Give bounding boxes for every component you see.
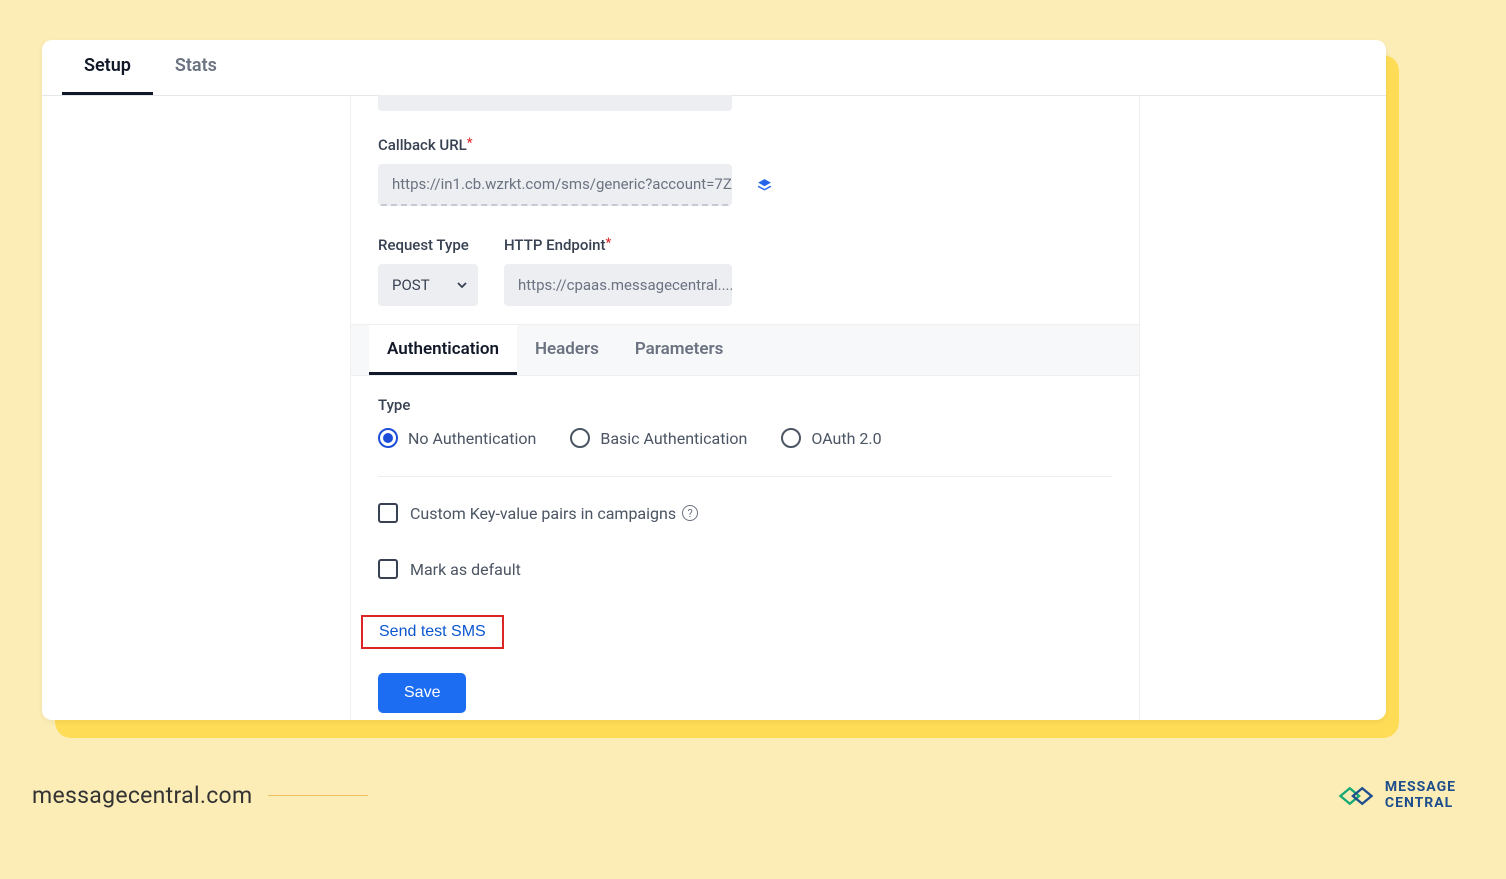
save-button[interactable]: Save: [378, 673, 466, 713]
tab-stats[interactable]: Stats: [153, 40, 239, 95]
checkbox-mark-default[interactable]: Mark as default: [378, 559, 1112, 579]
checkbox-label: Mark as default: [410, 560, 521, 579]
radio-circle-icon: [378, 428, 398, 448]
request-type-select[interactable]: POST: [378, 264, 478, 306]
footer-divider: [268, 795, 368, 796]
chevron-down-icon: [456, 279, 468, 291]
provider-name-input[interactable]: [378, 95, 732, 111]
app-window: Setup Stats Callback URL* https://in1.cb…: [42, 40, 1386, 720]
send-test-sms-button[interactable]: Send test SMS: [361, 615, 504, 649]
request-type-value: POST: [392, 276, 430, 294]
checkbox-label: Custom Key-value pairs in campaigns ?: [410, 504, 698, 523]
sub-tab-headers[interactable]: Headers: [517, 325, 617, 375]
radio-circle-icon: [781, 428, 801, 448]
radio-label: OAuth 2.0: [811, 429, 881, 448]
checkbox-icon: [378, 503, 398, 523]
tab-setup[interactable]: Setup: [62, 40, 153, 95]
callback-url-label: Callback URL*: [378, 136, 1112, 154]
help-icon[interactable]: ?: [682, 505, 698, 521]
brand-logo: MESSAGE CENTRAL: [1337, 780, 1456, 811]
radio-label: No Authentication: [408, 429, 536, 448]
request-type-label: Request Type: [378, 236, 478, 254]
auth-type-label: Type: [378, 396, 1112, 414]
radio-label: Basic Authentication: [600, 429, 747, 448]
radio-oauth[interactable]: OAuth 2.0: [781, 428, 881, 448]
callback-url-input[interactable]: https://in1.cb.wzrkt.com/sms/generic?acc…: [378, 164, 732, 206]
top-tab-bar: Setup Stats: [42, 40, 1386, 96]
sub-tab-bar: Authentication Headers Parameters: [351, 324, 1139, 376]
http-endpoint-input[interactable]: https://cpaas.messagecentral....: [504, 264, 732, 306]
sub-tab-parameters[interactable]: Parameters: [617, 325, 742, 375]
checkbox-icon: [378, 559, 398, 579]
content-area: Callback URL* https://in1.cb.wzrkt.com/s…: [42, 96, 1386, 720]
footer-url: messagecentral.com: [32, 782, 252, 809]
copy-icon[interactable]: [756, 177, 773, 194]
checkbox-custom-kv[interactable]: Custom Key-value pairs in campaigns ?: [378, 503, 1112, 523]
provider-form: Callback URL* https://in1.cb.wzrkt.com/s…: [350, 96, 1140, 720]
radio-no-auth[interactable]: No Authentication: [378, 428, 536, 448]
left-sidebar-spacer: [42, 96, 350, 720]
sub-tab-authentication[interactable]: Authentication: [369, 325, 517, 375]
radio-circle-icon: [570, 428, 590, 448]
logo-text: MESSAGE CENTRAL: [1385, 780, 1456, 811]
auth-type-radio-group: No Authentication Basic Authentication O…: [378, 428, 1112, 448]
page-footer: messagecentral.com MESSAGE CENTRAL: [32, 780, 1456, 811]
divider: [378, 476, 1112, 477]
logo-icon: [1337, 782, 1375, 810]
radio-basic-auth[interactable]: Basic Authentication: [570, 428, 747, 448]
http-endpoint-label: HTTP Endpoint*: [504, 236, 732, 254]
